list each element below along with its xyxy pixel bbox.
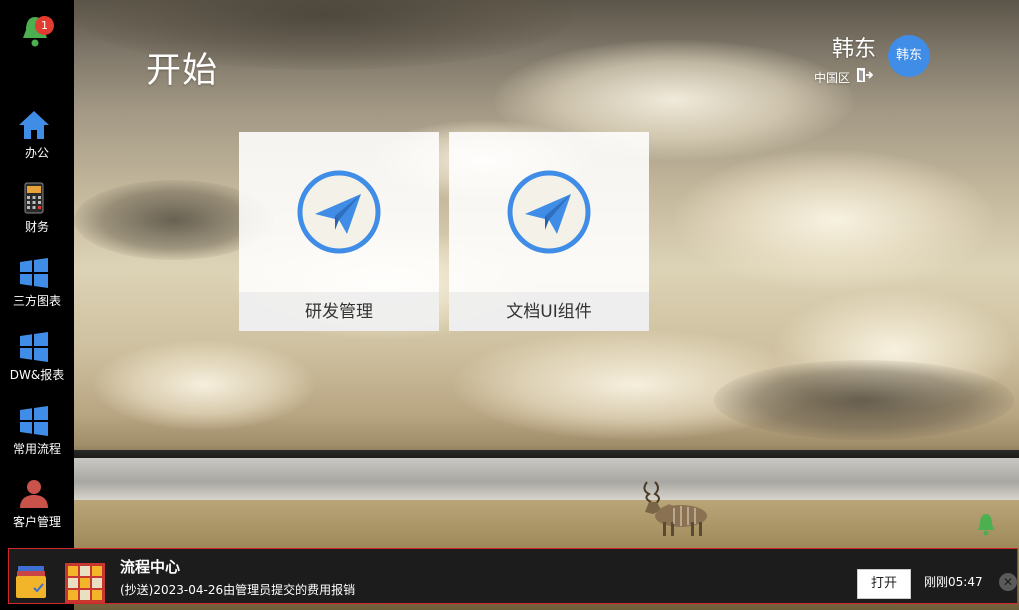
sidebar-item-common-workflows[interactable]: 常用流程 [0, 404, 74, 468]
sidebar: 1 办公 财务 三方图表 DW&报表 常用流程 客户管理 [0, 0, 74, 610]
open-button[interactable]: 打开 [857, 569, 911, 599]
sidebar-item-label: 客户管理 [12, 515, 61, 529]
sidebar-item-label: DW&报表 [9, 368, 65, 382]
home-icon [19, 111, 49, 139]
user-icon [20, 480, 48, 508]
notification-title: 流程中心 [120, 558, 181, 576]
kudu-antelope-image [643, 481, 707, 536]
desktop-root: 1 办公 财务 三方图表 DW&报表 常用流程 客户管理 开始 韩东 中国区 韩… [0, 0, 1019, 610]
calculator-icon [24, 182, 44, 214]
windows-icon [20, 332, 48, 362]
paper-plane-icon [507, 170, 591, 254]
small-bell-icon[interactable] [976, 512, 996, 536]
sidebar-item-office[interactable]: 办公 [0, 108, 74, 172]
sidebar-item-label: 财务 [24, 220, 49, 234]
paper-plane-icon [297, 170, 381, 254]
tile-rd-management[interactable]: 研发管理 [239, 132, 439, 331]
sidebar-item-label: 三方图表 [12, 294, 61, 308]
tile-label: 研发管理 [305, 302, 373, 322]
sidebar-item-customer-management[interactable]: 客户管理 [0, 477, 74, 541]
user-name: 韩东 [831, 37, 876, 62]
notification-message[interactable]: (抄送)2023-04-26由管理员提交的费用报销 [120, 582, 355, 598]
sidebar-item-third-party-charts[interactable]: 三方图表 [0, 256, 74, 320]
close-icon[interactable]: ✕ [999, 573, 1017, 591]
sidebar-item-label: 常用流程 [12, 442, 61, 456]
sidebar-item-finance[interactable]: 财务 [0, 182, 74, 246]
notification-toast: 流程中心 (抄送)2023-04-26由管理员提交的费用报销 打开 刚刚05:4… [8, 548, 1018, 604]
user-region: 中国区 [813, 71, 850, 85]
inbox-app-icon [16, 566, 46, 598]
tile-label: 文档UI组件 [506, 302, 592, 322]
logout-icon[interactable] [855, 66, 873, 84]
sidebar-item-label: 办公 [24, 146, 49, 160]
tile-docs-ui-components[interactable]: 文档UI组件 [449, 132, 649, 331]
page-title: 开始 [146, 51, 219, 91]
notification-time: 刚刚05:47 [924, 575, 983, 589]
windows-icon [20, 258, 48, 288]
workflow-grid-icon [65, 563, 105, 603]
notification-count-badge: 1 [35, 16, 54, 35]
windows-icon [20, 406, 48, 436]
sidebar-item-dw-reports[interactable]: DW&报表 [0, 330, 74, 394]
avatar[interactable]: 韩东 [888, 35, 930, 77]
